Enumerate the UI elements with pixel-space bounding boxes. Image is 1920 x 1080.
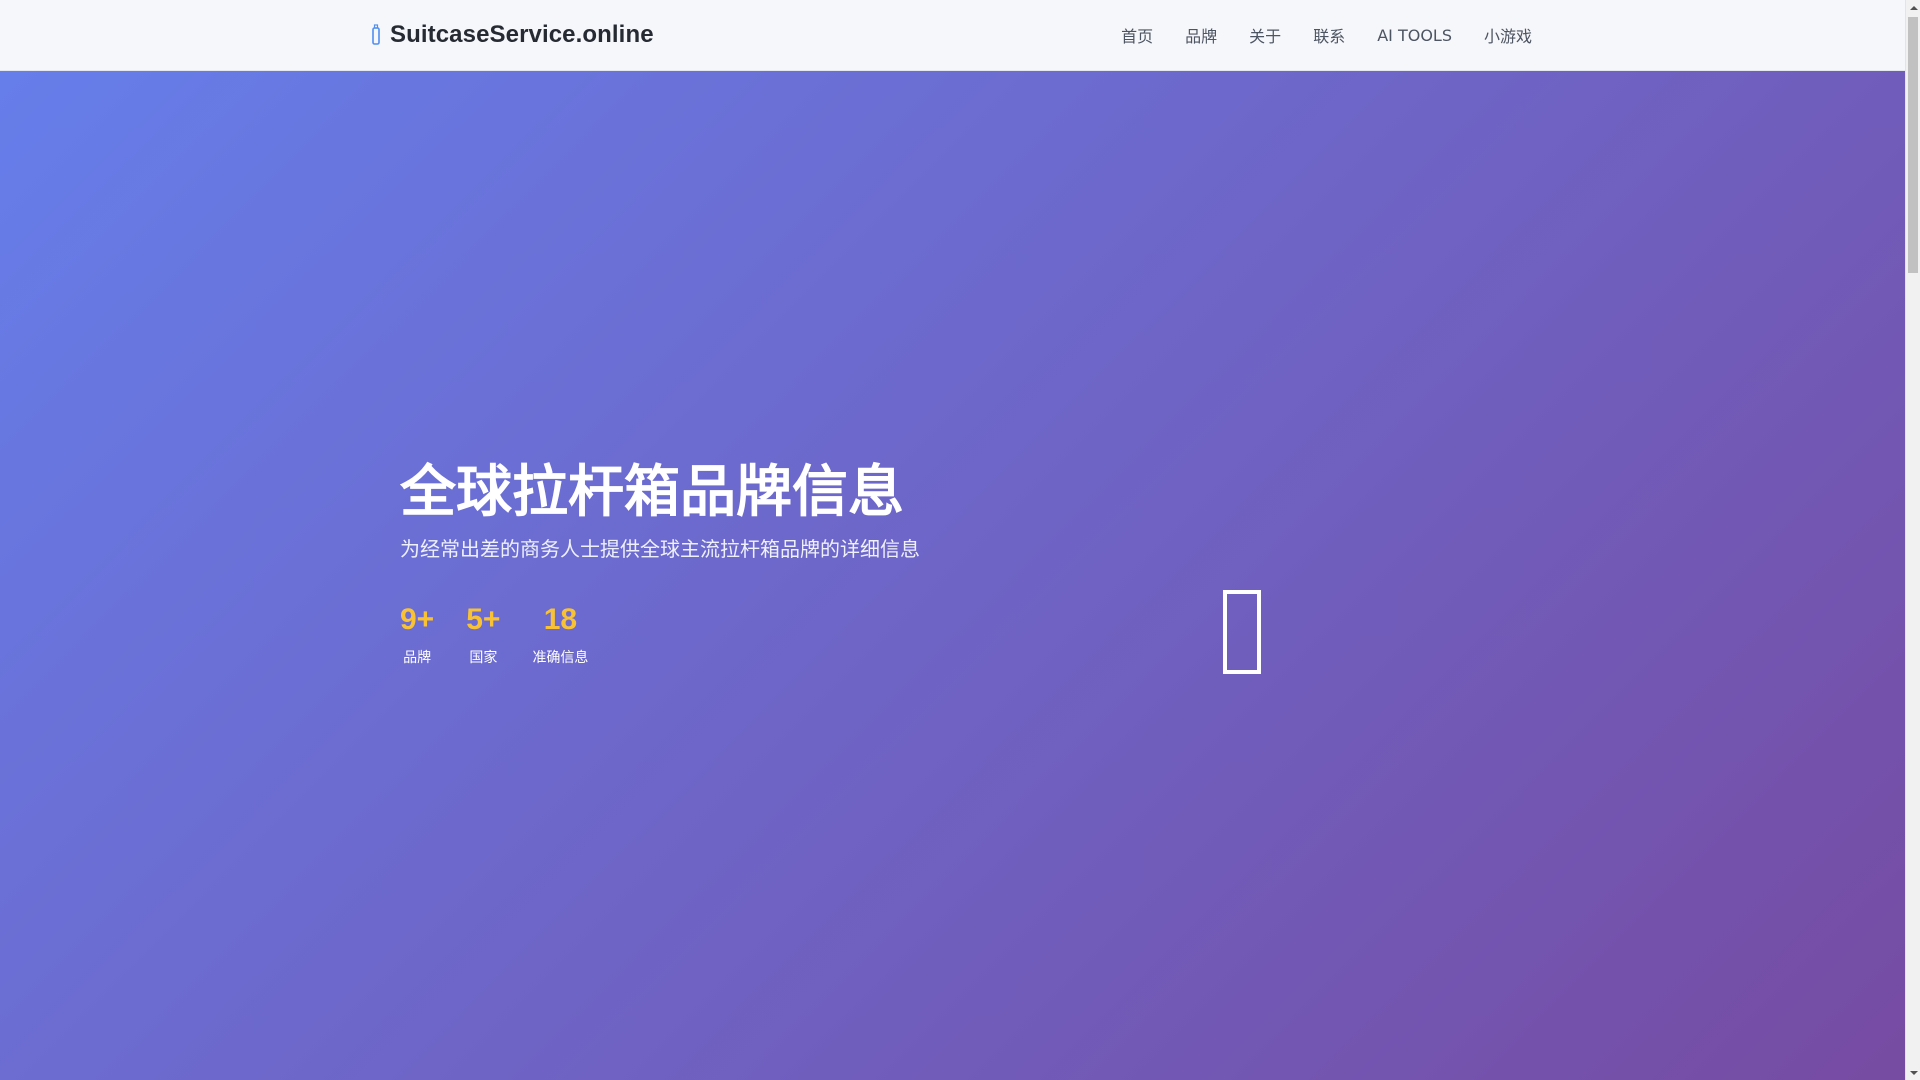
scroll-down-arrow-icon[interactable] xyxy=(1906,1065,1920,1080)
stat-label: 准确信息 xyxy=(532,650,589,666)
stat-label: 品牌 xyxy=(403,650,432,666)
stat-number: 18 xyxy=(543,603,578,636)
nav-menu: 首页 品牌 关于 联系 AI TOOLS 小游戏 xyxy=(1121,22,1532,48)
scroll-up-arrow-icon[interactable] xyxy=(1906,0,1920,15)
brand-link[interactable]: SuitcaseService.online xyxy=(372,18,654,52)
stat-countries: 5+ 国家 xyxy=(466,601,500,667)
page: SuitcaseService.online 首页 品牌 关于 联系 AI TO… xyxy=(0,0,1905,1080)
stat-number: 5+ xyxy=(466,603,501,636)
vertical-scrollbar[interactable] xyxy=(1905,0,1920,1080)
suitcase-icon xyxy=(1223,590,1261,674)
hero-title: 全球拉杆箱品牌信息 xyxy=(400,460,904,525)
hero-subtitle: 为经常出差的商务人士提供全球主流拉杆箱品牌的详细信息 xyxy=(400,537,920,561)
nav-mini-games[interactable]: 小游戏 xyxy=(1484,23,1532,47)
stat-brands: 9+ 品牌 xyxy=(400,601,434,667)
nav-brands[interactable]: 品牌 xyxy=(1185,23,1217,47)
stat-label: 国家 xyxy=(469,650,498,666)
scroll-thumb[interactable] xyxy=(1908,17,1918,273)
top-navbar: SuitcaseService.online 首页 品牌 关于 联系 AI TO… xyxy=(0,0,1905,71)
nav-ai-tools[interactable]: AI TOOLS xyxy=(1377,26,1452,45)
suitcase-icon xyxy=(372,24,380,45)
nav-contact[interactable]: 联系 xyxy=(1313,23,1345,47)
stat-number: 9+ xyxy=(400,603,435,636)
hero-stats: 9+ 品牌 5+ 国家 18 准确信息 xyxy=(400,601,588,667)
nav-home[interactable]: 首页 xyxy=(1121,23,1153,47)
hero-section: 全球拉杆箱品牌信息 为经常出差的商务人士提供全球主流拉杆箱品牌的详细信息 9+ … xyxy=(0,71,1905,1080)
brand-title: SuitcaseService.online xyxy=(390,21,654,48)
nav-about[interactable]: 关于 xyxy=(1249,23,1281,47)
stat-accurate-info: 18 准确信息 xyxy=(532,601,588,667)
